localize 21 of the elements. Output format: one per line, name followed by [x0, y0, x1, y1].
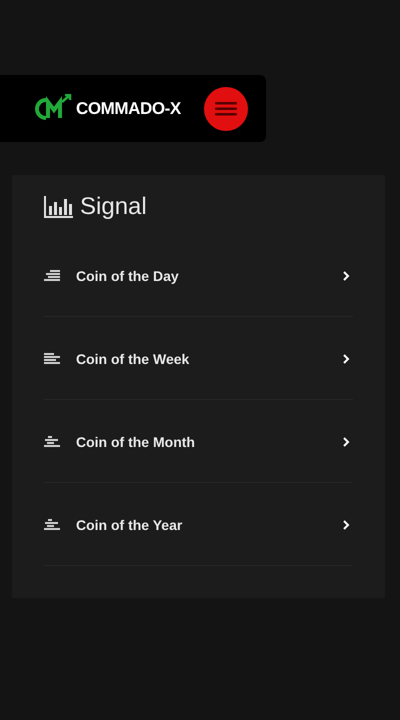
menu-item[interactable]: Coin of the Day: [44, 234, 353, 317]
menu-item[interactable]: Coin of the Month: [44, 400, 353, 483]
menu-button[interactable]: [204, 86, 248, 130]
menu-item[interactable]: Coin of the Week: [44, 317, 353, 400]
section-title: Signal: [80, 192, 147, 222]
align-icon: [44, 519, 61, 531]
align-icon: [44, 270, 61, 282]
menu-item[interactable]: Coin of the Year: [44, 483, 353, 566]
align-icon: [44, 436, 61, 448]
item-label: Coin of the Year: [76, 516, 182, 534]
menu-icon: [215, 102, 237, 116]
bar-chart-icon: [44, 196, 74, 218]
item-label: Coin of the Month: [76, 432, 195, 452]
chevron-right-icon: [343, 520, 350, 530]
chevron-right-icon: [343, 437, 350, 447]
chevron-right-icon: [343, 354, 350, 364]
chevron-right-icon: [343, 271, 350, 281]
item-label: Coin of the Week: [76, 350, 190, 368]
brand-name: COMMADO-X: [76, 98, 181, 120]
item-label: Coin of the Day: [76, 266, 179, 286]
align-icon: [44, 353, 61, 365]
